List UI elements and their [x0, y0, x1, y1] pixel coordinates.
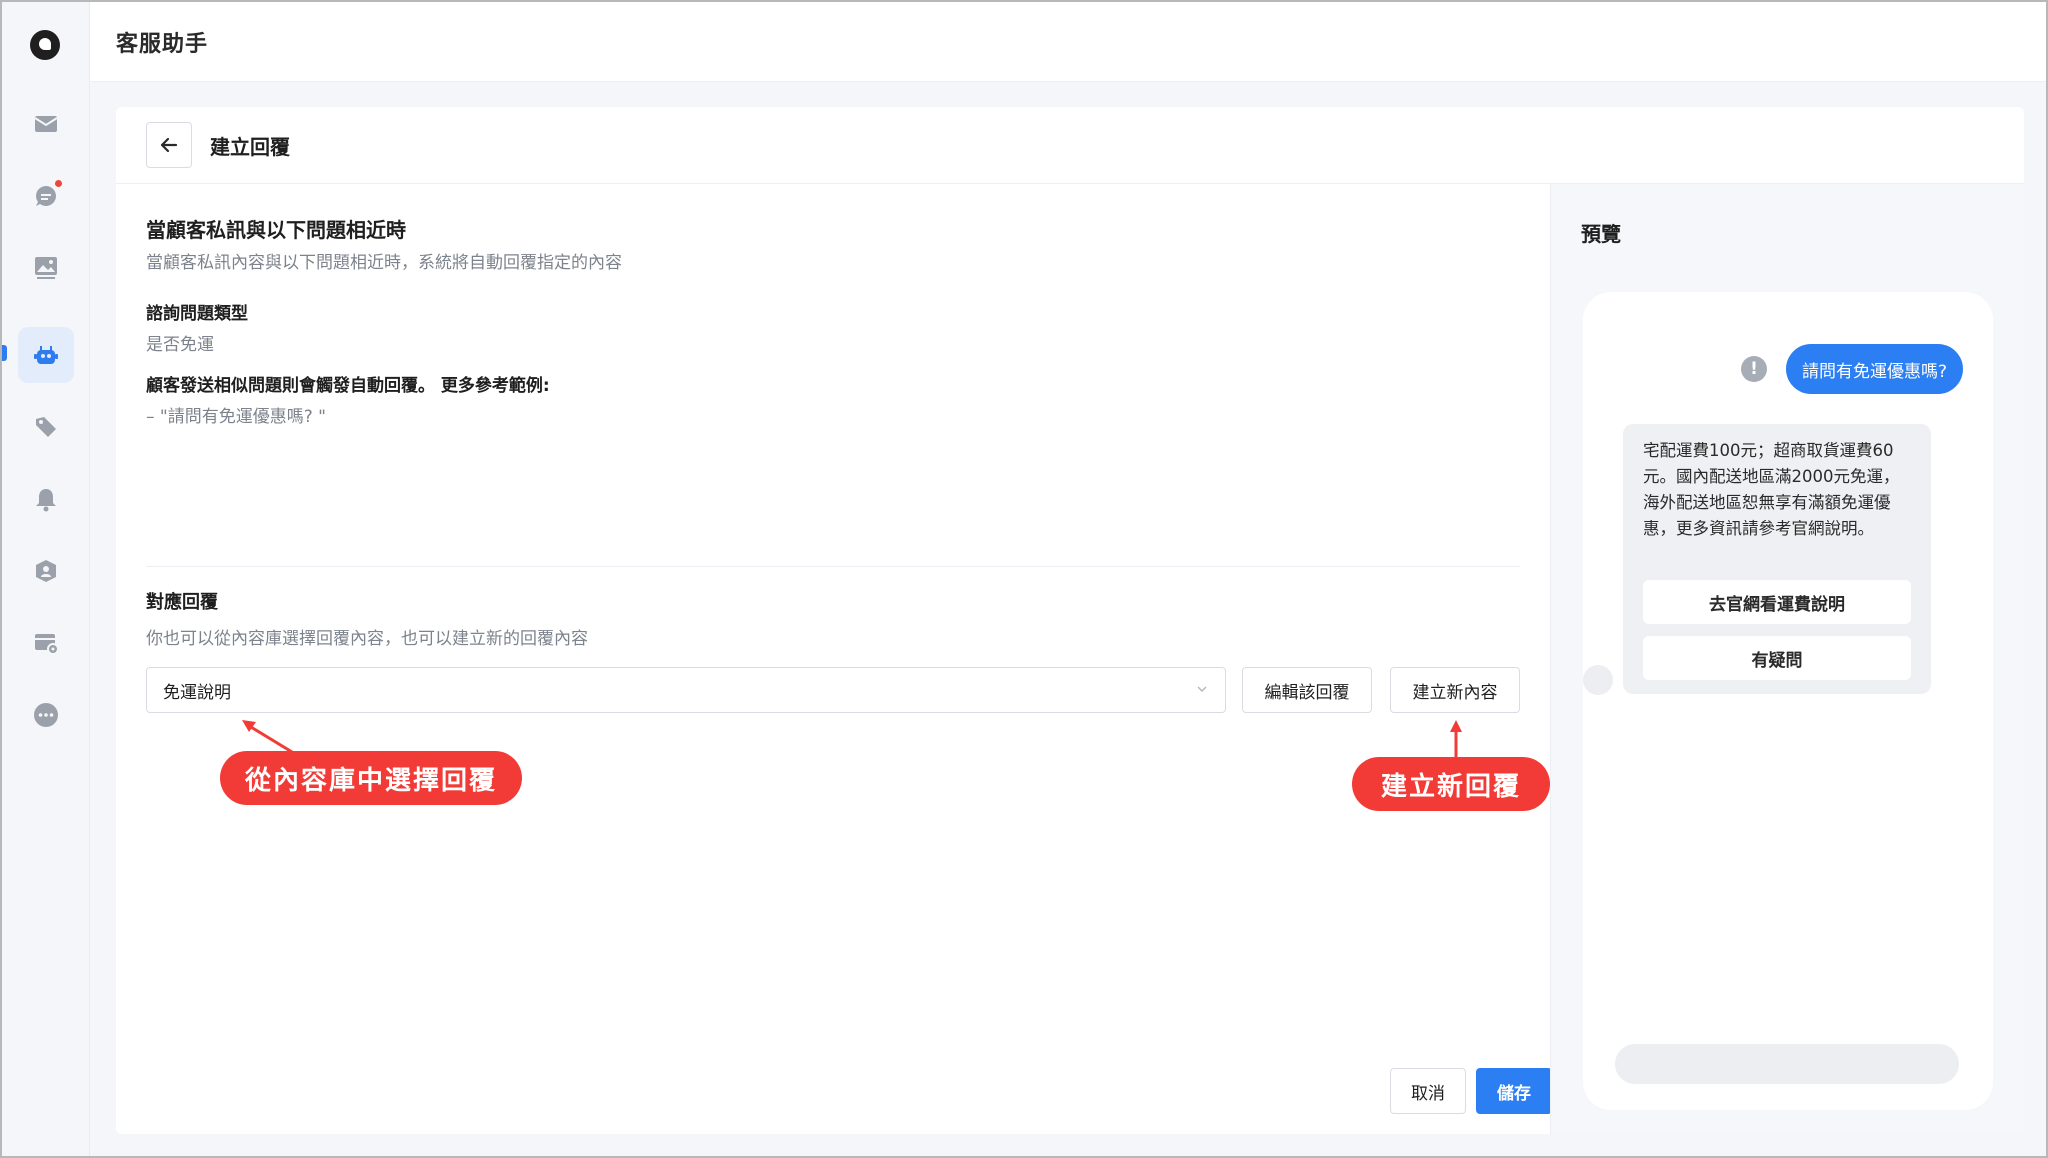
warning-icon: ! — [1741, 356, 1767, 382]
create-hint-callout: 建立新回覆 — [1352, 757, 1550, 811]
app-title: 客服助手 — [116, 31, 209, 57]
reply-form: 當顧客私訊與以下問題相近時 當顧客私訊內容與以下問題相近時，系統將自動回覆指定的… — [146, 184, 1552, 1134]
page-title: 建立回覆 — [210, 134, 290, 159]
bot-button-shipping-info[interactable]: 去官網看運費說明 — [1643, 580, 1911, 624]
message-composer[interactable] — [1615, 1044, 1959, 1084]
sidebar-item-media[interactable] — [18, 239, 74, 295]
create-content-button[interactable]: 建立新內容 — [1390, 667, 1520, 713]
back-button[interactable] — [146, 122, 192, 168]
sidebar-item-settings[interactable] — [18, 615, 74, 671]
mail-icon — [34, 116, 58, 132]
notification-badge — [53, 178, 64, 189]
sidebar-item-notifications[interactable] — [18, 471, 74, 527]
save-button[interactable]: 儲存 — [1476, 1068, 1552, 1114]
active-indicator — [2, 345, 7, 361]
arrow-left-icon — [160, 137, 178, 153]
card-header: 建立回覆 — [116, 107, 2024, 184]
preview-title: 預覽 — [1581, 222, 1621, 246]
bot-message-text: 宅配運費100元；超商取貨運費60元。國內配送地區滿2000元免運，海外配送地區… — [1643, 441, 1900, 538]
reply-content-select-value: 免運說明 — [163, 682, 231, 703]
section-divider — [146, 566, 1520, 567]
preview-panel: 預覽 ! 請問有免運優惠嗎? 宅配運費100元；超商取貨運費60元。國內配送地區… — [1550, 184, 2024, 1134]
chevron-down-icon — [1197, 686, 1207, 693]
sidebar-item-more[interactable] — [18, 687, 74, 743]
category-value: 是否免運 — [146, 335, 214, 355]
bot-avatar — [1583, 665, 1613, 695]
sidebar — [2, 2, 90, 1156]
response-heading: 對應回覆 — [146, 592, 218, 613]
image-icon — [35, 257, 57, 279]
category-label: 諮詢問題類型 — [146, 304, 248, 324]
settings-card-icon — [35, 634, 59, 655]
trigger-subheading: 當顧客私訊內容與以下問題相近時，系統將自動回覆指定的內容 — [146, 253, 622, 273]
response-subheading: 你也可以從內容庫選擇回覆內容，也可以建立新的回覆內容 — [146, 629, 588, 649]
sidebar-item-members[interactable] — [18, 543, 74, 599]
reply-content-select[interactable]: 免運說明 — [146, 667, 1226, 713]
chat-preview: ! 請問有免運優惠嗎? 宅配運費100元；超商取貨運費60元。國內配送地區滿20… — [1583, 292, 1993, 1110]
sidebar-item-tags[interactable] — [18, 399, 74, 455]
sidebar-item-chat[interactable] — [18, 168, 74, 224]
bot-reply-card: 宅配運費100元；超商取貨運費60元。國內配送地區滿2000元免運，海外配送地區… — [1623, 424, 1931, 694]
top-bar: 客服助手 — [90, 2, 2046, 82]
bell-icon — [36, 489, 56, 512]
edit-reply-button[interactable]: 編輯該回覆 — [1242, 667, 1372, 713]
create-reply-card: 建立回覆 當顧客私訊與以下問題相近時 當顧客私訊內容與以下問題相近時，系統將自動… — [116, 107, 2024, 1134]
sidebar-item-inbox[interactable] — [18, 96, 74, 152]
user-shield-icon — [36, 560, 56, 582]
select-hint-callout: 從內容庫中選擇回覆 — [220, 751, 522, 805]
tag-icon — [36, 417, 56, 437]
more-icon — [34, 703, 58, 727]
robot-icon — [34, 346, 58, 364]
app-window: 客服助手 建立回覆 當顧客私訊與以下問題相近時 當顧客私訊內容與以下問題相近時，… — [0, 0, 2048, 1158]
cancel-button[interactable]: 取消 — [1390, 1068, 1466, 1114]
logo-icon — [30, 30, 60, 60]
example-item: – "請問有免運優惠嗎? " — [146, 407, 326, 427]
user-message-bubble: 請問有免運優惠嗎? — [1785, 344, 1963, 394]
sidebar-item-auto-reply[interactable] — [18, 327, 74, 383]
examples-label: 顧客發送相似問題則會觸發自動回覆。 更多參考範例: — [146, 376, 550, 396]
bot-button-question[interactable]: 有疑問 — [1643, 636, 1911, 680]
trigger-heading: 當顧客私訊與以下問題相近時 — [146, 218, 406, 242]
